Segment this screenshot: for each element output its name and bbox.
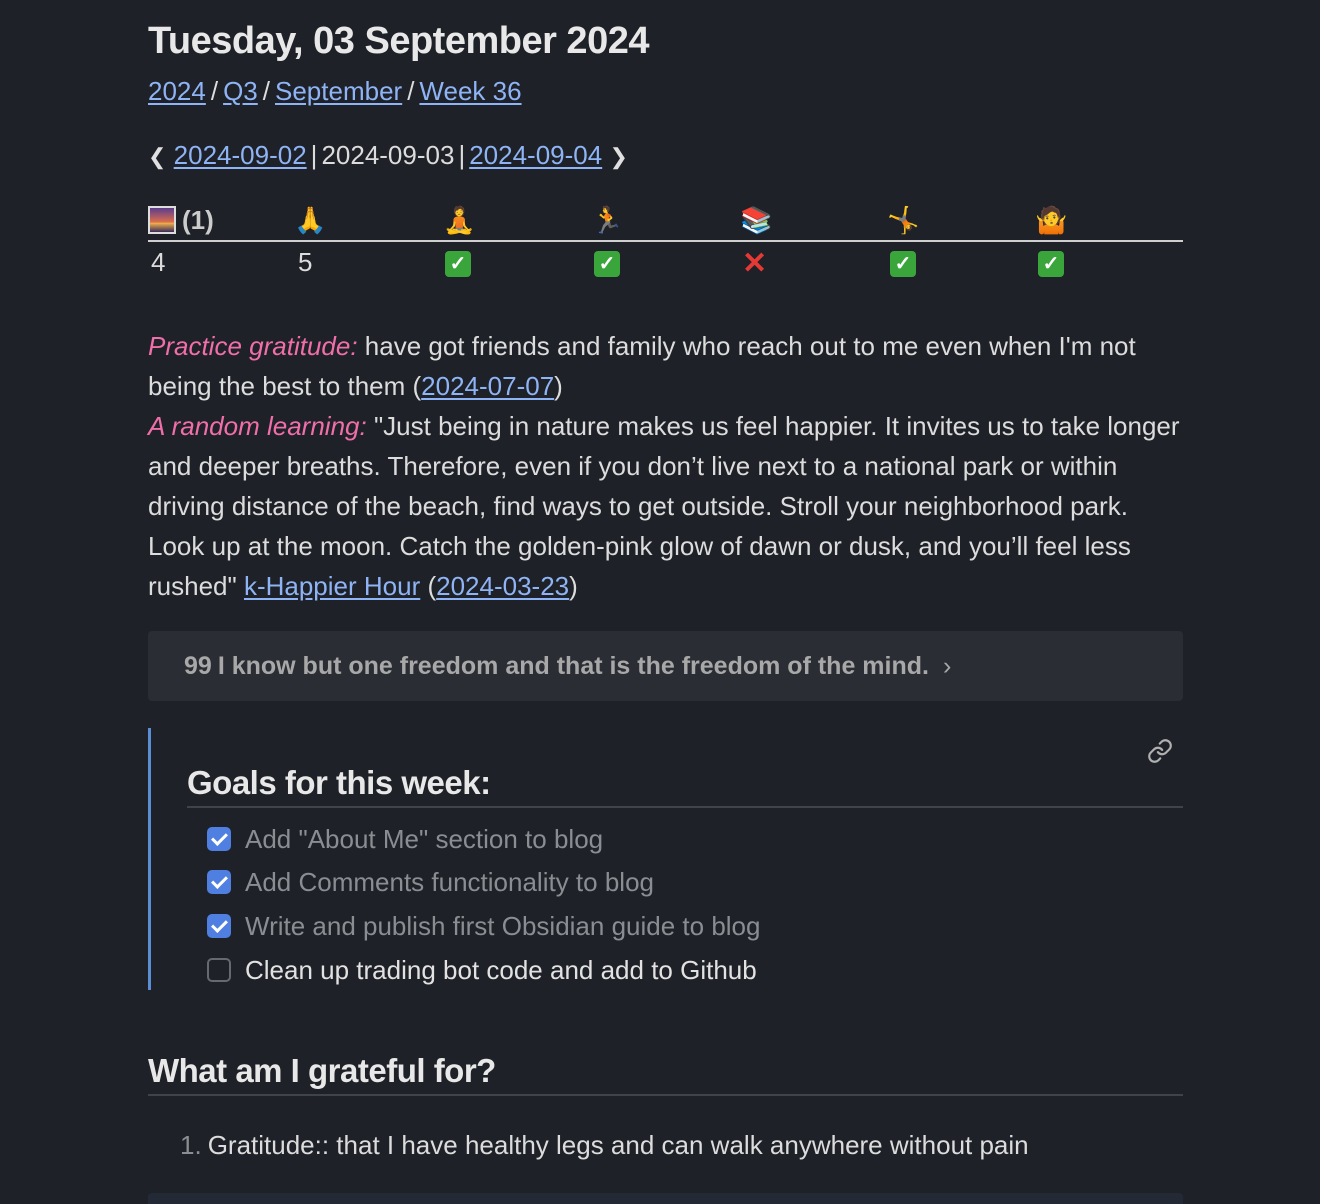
breadcrumb-week-link[interactable]: Week 36 <box>419 76 521 106</box>
chevron-right-icon[interactable]: › <box>943 652 951 680</box>
check-mark-icon: ✓ <box>1038 251 1064 278</box>
learning-date-link[interactable]: 2024-03-23 <box>436 571 569 601</box>
prev-day-link[interactable]: 2024-09-02 <box>174 140 307 170</box>
gratitude-label: Practice gratitude: <box>148 331 358 361</box>
task-label: Write and publish first Obsidian guide t… <box>245 911 761 941</box>
daily-prompts: Practice gratitude: have got friends and… <box>148 326 1183 606</box>
sunrise-icon <box>148 206 176 234</box>
breadcrumb: 2024/Q3/September / Week 36 <box>148 76 522 107</box>
habit-value-row: 4 5 ✓ ✓ ✕ ✓ ✓ <box>148 242 1183 282</box>
habit-value-cross: ✕ <box>742 242 767 282</box>
task-label: Clean up trading bot code and add to Git… <box>245 955 757 985</box>
task-item: Add "About Me" section to blog <box>207 824 603 854</box>
habit-header-row: (1) 🙏 🧘 🏃 📚 🤸 🤷 <box>148 200 1183 242</box>
breadcrumb-separator: / <box>407 76 415 106</box>
habit-count: (1) <box>182 205 214 235</box>
books-icon: 📚 <box>740 205 773 235</box>
habit-value-check: ✓ <box>1038 242 1064 282</box>
task-item: Write and publish first Obsidian guide t… <box>207 911 760 941</box>
page-title: Tuesday, 03 September 2024 <box>148 20 649 62</box>
next-day-link[interactable]: 2024-09-04 <box>469 140 602 170</box>
day-separator: | <box>310 140 318 170</box>
task-item: Clean up trading bot code and add to Git… <box>207 955 757 985</box>
habit-tracker-table: (1) 🙏 🧘 🏃 📚 🤸 🤷 4 5 ✓ ✓ ✕ ✓ ✓ <box>148 200 1183 282</box>
grateful-heading: What am I grateful for? <box>148 1052 1183 1096</box>
list-item: 1. Gratitude:: that I have healthy legs a… <box>180 1128 1029 1162</box>
day-separator: | <box>458 140 466 170</box>
gratitude-date-link[interactable]: 2024-07-07 <box>421 371 554 401</box>
goals-heading: Goals for this week: <box>187 764 1183 808</box>
next-block-edge <box>148 1193 1183 1204</box>
habit-value-check: ✓ <box>890 242 916 282</box>
habit-value: 4 <box>151 247 166 277</box>
gratitude-close: ) <box>554 371 563 401</box>
list-item-text: Gratitude:: that I have healthy legs and… <box>207 1130 1029 1160</box>
habit-header-sunrise: (1) <box>148 200 214 240</box>
breadcrumb-month-link[interactable]: September <box>275 76 402 106</box>
habit-value-check: ✓ <box>445 242 471 282</box>
meditation-icon: 🧘 <box>443 205 476 235</box>
folded-hands-icon: 🙏 <box>294 205 327 235</box>
learning-close: ) <box>569 571 578 601</box>
check-mark-icon: ✓ <box>445 251 471 278</box>
check-mark-icon: ✓ <box>594 251 620 278</box>
task-checkbox-checked[interactable] <box>207 914 231 939</box>
learning-prompt: A random learning: "Just being in nature… <box>148 406 1183 606</box>
breadcrumb-year-link[interactable]: 2024 <box>148 76 206 106</box>
task-checkbox-unchecked[interactable] <box>207 958 231 983</box>
chevron-right-icon[interactable]: ❯ <box>609 144 627 169</box>
breadcrumb-separator: / <box>210 76 219 106</box>
check-mark-icon: ✓ <box>890 251 916 278</box>
current-day: 2024-09-03 <box>321 140 455 170</box>
day-navigation: ❮ 2024-09-02 | 2024-09-03 | 2024-09-04 ❯ <box>148 140 628 171</box>
learning-source-link[interactable]: k-Happier Hour <box>244 571 420 601</box>
quote-callout[interactable]: 99 I know but one freedom and that is the… <box>148 631 1183 701</box>
learning-label: A random learning: <box>148 411 367 441</box>
link-icon[interactable] <box>1147 738 1173 764</box>
running-icon: 🏃 <box>591 205 624 235</box>
learning-mid: ( <box>420 571 437 601</box>
task-checkbox-checked[interactable] <box>207 870 231 895</box>
quote-icon: 99 <box>184 652 212 680</box>
task-item: Add Comments functionality to blog <box>207 867 654 897</box>
cross-mark-icon: ✕ <box>742 247 768 281</box>
habit-value-check: ✓ <box>594 242 620 282</box>
chevron-left-icon[interactable]: ❮ <box>148 144 166 169</box>
task-checkbox-checked[interactable] <box>207 827 231 852</box>
breadcrumb-separator: / <box>262 76 270 106</box>
task-label: Add Comments functionality to blog <box>245 867 654 897</box>
gratitude-prompt: Practice gratitude: have got friends and… <box>148 326 1183 406</box>
task-label: Add "About Me" section to blog <box>245 824 604 854</box>
list-number: 1. <box>180 1130 202 1160</box>
habit-value: 5 <box>298 247 313 277</box>
breadcrumb-quarter-link[interactable]: Q3 <box>223 76 258 106</box>
goals-embed: Goals for this week: Add "About Me" sect… <box>148 728 1183 990</box>
quote-text: I know but one freedom and that is the f… <box>217 652 929 680</box>
shrug-icon: 🤷 <box>1035 205 1068 235</box>
cartwheel-icon: 🤸 <box>887 205 920 235</box>
